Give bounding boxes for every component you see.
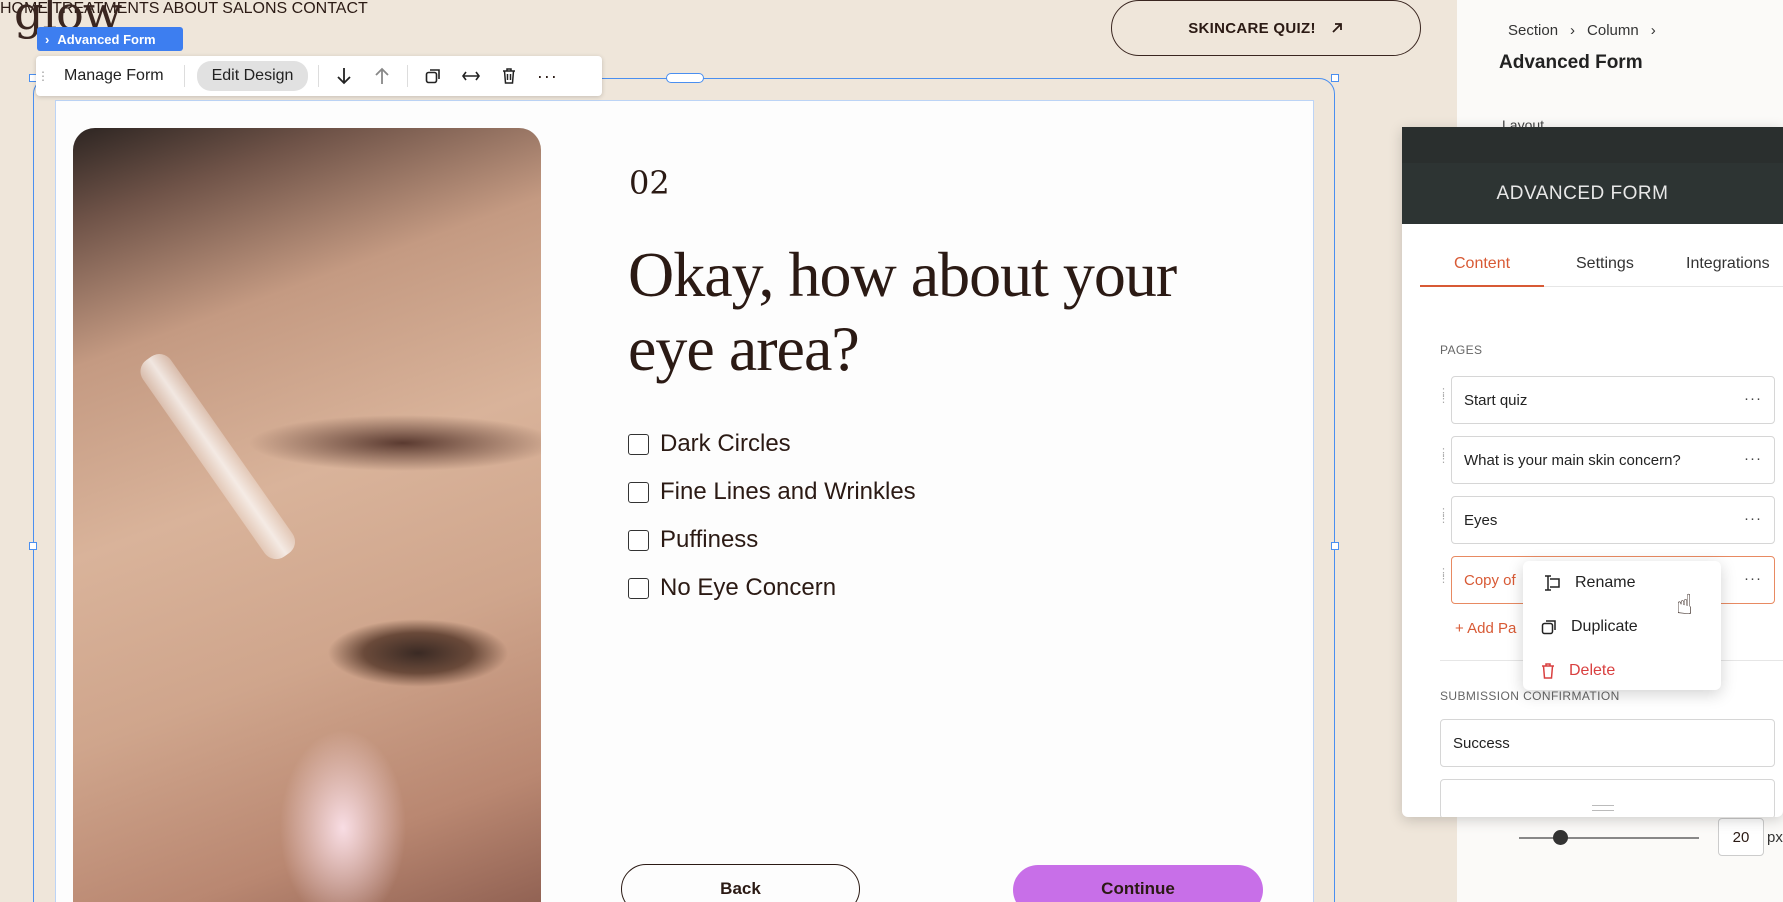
spacing-slider-track[interactable] [1519,837,1699,839]
skincare-quiz-button[interactable]: SKINCARE QUIZ! [1111,0,1421,56]
more-icon[interactable]: ··· [1744,510,1762,527]
arrow-up-right-icon [1332,23,1342,33]
pointer-cursor-icon: ☝ [1676,589,1694,620]
nav-about[interactable]: ABOUT [163,0,218,17]
page-item-start-quiz[interactable]: Start quiz ··· [1451,376,1775,424]
trash-icon[interactable] [490,56,528,96]
option-no-eye-concern[interactable]: No Eye Concern [628,564,916,612]
menu-item-duplicate[interactable]: Duplicate [1541,618,1638,636]
back-button[interactable]: Back [621,864,860,902]
option-dark-circles[interactable]: Dark Circles [628,420,916,468]
resize-handle-top-right[interactable] [1331,74,1339,82]
selection-tag-label: Advanced Form [57,31,156,47]
nav-contact[interactable]: CONTACT [292,0,368,17]
option-puffiness[interactable]: Puffiness [628,516,916,564]
nav-salons[interactable]: SALONS [222,0,287,17]
breadcrumb-column[interactable]: Column [1587,22,1639,39]
inspector-title: Advanced Form [1499,52,1643,73]
stretch-icon[interactable] [452,56,490,96]
options-list: Dark Circles Fine Lines and Wrinkles Puf… [628,420,916,612]
breadcrumb: Section › Column › [1508,22,1656,39]
submission-label: SUBMISSION CONFIRMATION [1440,689,1620,703]
drag-handle-icon[interactable]: ⋮ [36,56,50,96]
selection-tag[interactable]: › Advanced Form [37,27,183,51]
panel-title: ADVANCED FORM [1402,163,1783,224]
divider [183,65,185,87]
active-tab-indicator [1420,285,1544,287]
spacing-unit: px [1767,829,1783,846]
checkbox[interactable] [628,481,649,503]
duplicate-icon[interactable] [414,56,452,96]
breadcrumb-section[interactable]: Section [1508,22,1558,39]
drag-handle-icon[interactable]: ⋮ ⋮ [1438,448,1449,465]
more-icon[interactable]: ··· [528,56,566,96]
tab-content[interactable]: Content [1454,255,1510,273]
resize-handle-top[interactable] [666,73,704,83]
chevron-right-icon: › [1650,22,1656,39]
divider [407,65,409,87]
edit-design-button[interactable]: Edit Design [196,61,309,91]
panel-drag-bar[interactable] [1402,127,1783,163]
duplicate-icon [1541,620,1556,635]
element-toolbar: ⋮ Manage Form Edit Design ··· [36,56,602,96]
rename-icon [1545,575,1560,591]
move-up-icon[interactable] [363,56,401,96]
resize-handle-right[interactable] [1331,542,1339,550]
page-item-skin-concern[interactable]: What is your main skin concern? ··· [1451,436,1775,484]
step-number: 02 [629,164,670,202]
trash-icon [1542,663,1554,679]
continue-button[interactable]: Continue [1013,865,1263,902]
page-item-eyes[interactable]: Eyes ··· [1451,496,1775,544]
drag-handle-icon[interactable]: ⋮ ⋮ [1438,568,1449,585]
menu-item-rename[interactable]: Rename [1541,574,1635,592]
resize-handle-left[interactable] [29,542,37,550]
form-question: Okay, how about your eye area? [628,239,1177,384]
tab-settings[interactable]: Settings [1576,255,1634,273]
menu-item-delete[interactable]: Delete [1541,662,1615,680]
panel-resize-grip[interactable] [1592,805,1614,811]
chevron-right-icon: › [45,31,50,47]
tab-integrations[interactable]: Integrations [1686,255,1770,273]
manage-form-button[interactable]: Manage Form [50,67,178,85]
more-icon[interactable]: ··· [1744,570,1762,587]
pipette-graphic [135,348,301,565]
submission-item[interactable] [1440,779,1775,817]
more-icon[interactable]: ··· [1744,390,1762,407]
option-fine-lines[interactable]: Fine Lines and Wrinkles [628,468,916,516]
advanced-form-panel: ADVANCED FORM Content Settings Integrati… [1402,127,1783,817]
submission-item-success[interactable]: Success [1440,719,1775,767]
divider [318,65,320,87]
spacing-input[interactable]: 20 [1718,818,1764,856]
quiz-button-label: SKINCARE QUIZ! [1188,19,1316,37]
checkbox[interactable] [628,529,649,551]
move-down-icon[interactable] [325,56,363,96]
chevron-right-icon: › [1570,22,1576,39]
pages-label: PAGES [1440,343,1483,357]
page-context-menu: Rename Duplicate Delete [1523,561,1721,690]
spacing-slider-handle[interactable] [1553,830,1568,845]
checkbox[interactable] [628,433,649,455]
panel-tabs: Content Settings Integrations [1420,247,1783,287]
checkbox[interactable] [628,577,649,599]
drag-handle-icon[interactable]: ⋮ ⋮ [1438,508,1449,525]
add-page-button[interactable]: + Add Pa [1455,620,1516,637]
drag-handle-icon[interactable]: ⋮ ⋮ [1438,388,1449,405]
hero-photo [73,128,541,902]
more-icon[interactable]: ··· [1744,450,1762,467]
